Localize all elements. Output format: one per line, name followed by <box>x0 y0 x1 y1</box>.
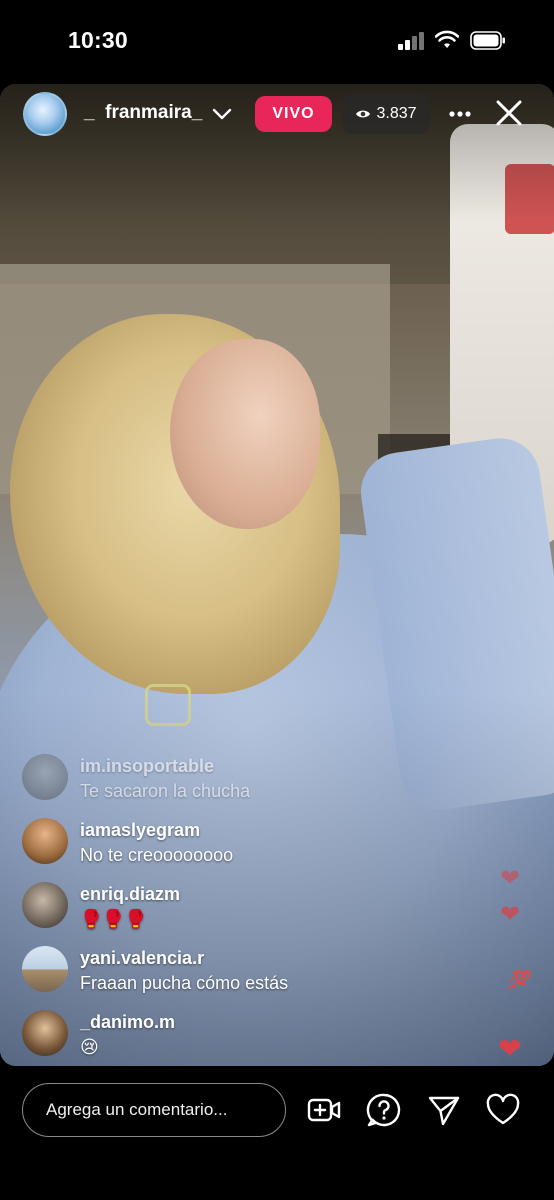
close-icon[interactable] <box>494 98 524 128</box>
chevron-down-icon[interactable] <box>210 102 234 126</box>
eye-icon <box>356 110 371 118</box>
comment-item[interactable]: iamaslyegram No te creoooooooo <box>22 816 442 880</box>
status-time: 10:30 <box>68 27 128 53</box>
commenter-avatar[interactable] <box>22 946 68 992</box>
more-icon[interactable] <box>446 100 474 128</box>
comment-text: Fraaan pucha cómo estás <box>80 973 289 993</box>
comment-username[interactable]: yani.valencia.r <box>80 948 204 969</box>
live-badge: VIVO <box>255 96 332 132</box>
viewer-count-pill[interactable]: 3.837 <box>342 94 430 134</box>
comment-item[interactable]: im.insoportable Te sacaron la chucha <box>22 752 442 816</box>
host-username[interactable]: _ franmaira_ <box>84 102 202 124</box>
comment-item[interactable]: _danimo.m 😢 <box>22 1008 442 1072</box>
status-bar: 10:30 <box>0 0 554 84</box>
wifi-icon <box>435 30 459 48</box>
heart-reaction-icon: ❤ <box>498 1033 522 1064</box>
comment-text: 🥊🥊🥊 <box>80 909 148 929</box>
comment-input[interactable]: Agrega un comentario... <box>22 1083 286 1137</box>
bottom-bar: Agrega un comentario... <box>0 1066 554 1200</box>
comment-username[interactable]: _danimo.m <box>80 1012 175 1033</box>
comment-username[interactable]: enriq.diazm <box>80 884 180 905</box>
add-video-icon[interactable] <box>306 1092 342 1128</box>
host-avatar[interactable] <box>23 92 67 136</box>
commenter-avatar[interactable] <box>22 754 68 800</box>
comment-list: im.insoportable Te sacaron la chucha iam… <box>22 752 442 1072</box>
heart-icon[interactable] <box>485 1092 521 1128</box>
comment-text: 😢 <box>80 1037 99 1057</box>
heart-reaction-icon: ❤ <box>500 901 521 928</box>
commenter-avatar[interactable] <box>22 1010 68 1056</box>
hundred-reaction: 💯 <box>508 970 530 989</box>
battery-icon <box>470 31 505 50</box>
question-icon[interactable] <box>366 1092 402 1128</box>
heart-reaction-icon: ❤ <box>500 865 521 892</box>
send-icon[interactable] <box>426 1092 462 1128</box>
comment-text: No te creoooooooo <box>80 845 234 865</box>
cellular-signal-icon <box>398 32 424 50</box>
viewer-count: 3.837 <box>376 105 417 122</box>
floating-reactions: ❤ ❤ 💯 ❤ <box>496 860 536 1070</box>
commenter-avatar[interactable] <box>22 818 68 864</box>
comment-username[interactable]: iamaslyegram <box>80 820 200 841</box>
live-header: _ franmaira_ VIVO 3.837 <box>0 84 554 144</box>
comment-item[interactable]: yani.valencia.r Fraaan pucha cómo estás <box>22 944 442 1008</box>
comment-username[interactable]: im.insoportable <box>80 756 214 777</box>
comment-text: Te sacaron la chucha <box>80 781 251 801</box>
commenter-avatar[interactable] <box>22 882 68 928</box>
comment-item[interactable]: enriq.diazm 🥊🥊🥊 <box>22 880 442 944</box>
